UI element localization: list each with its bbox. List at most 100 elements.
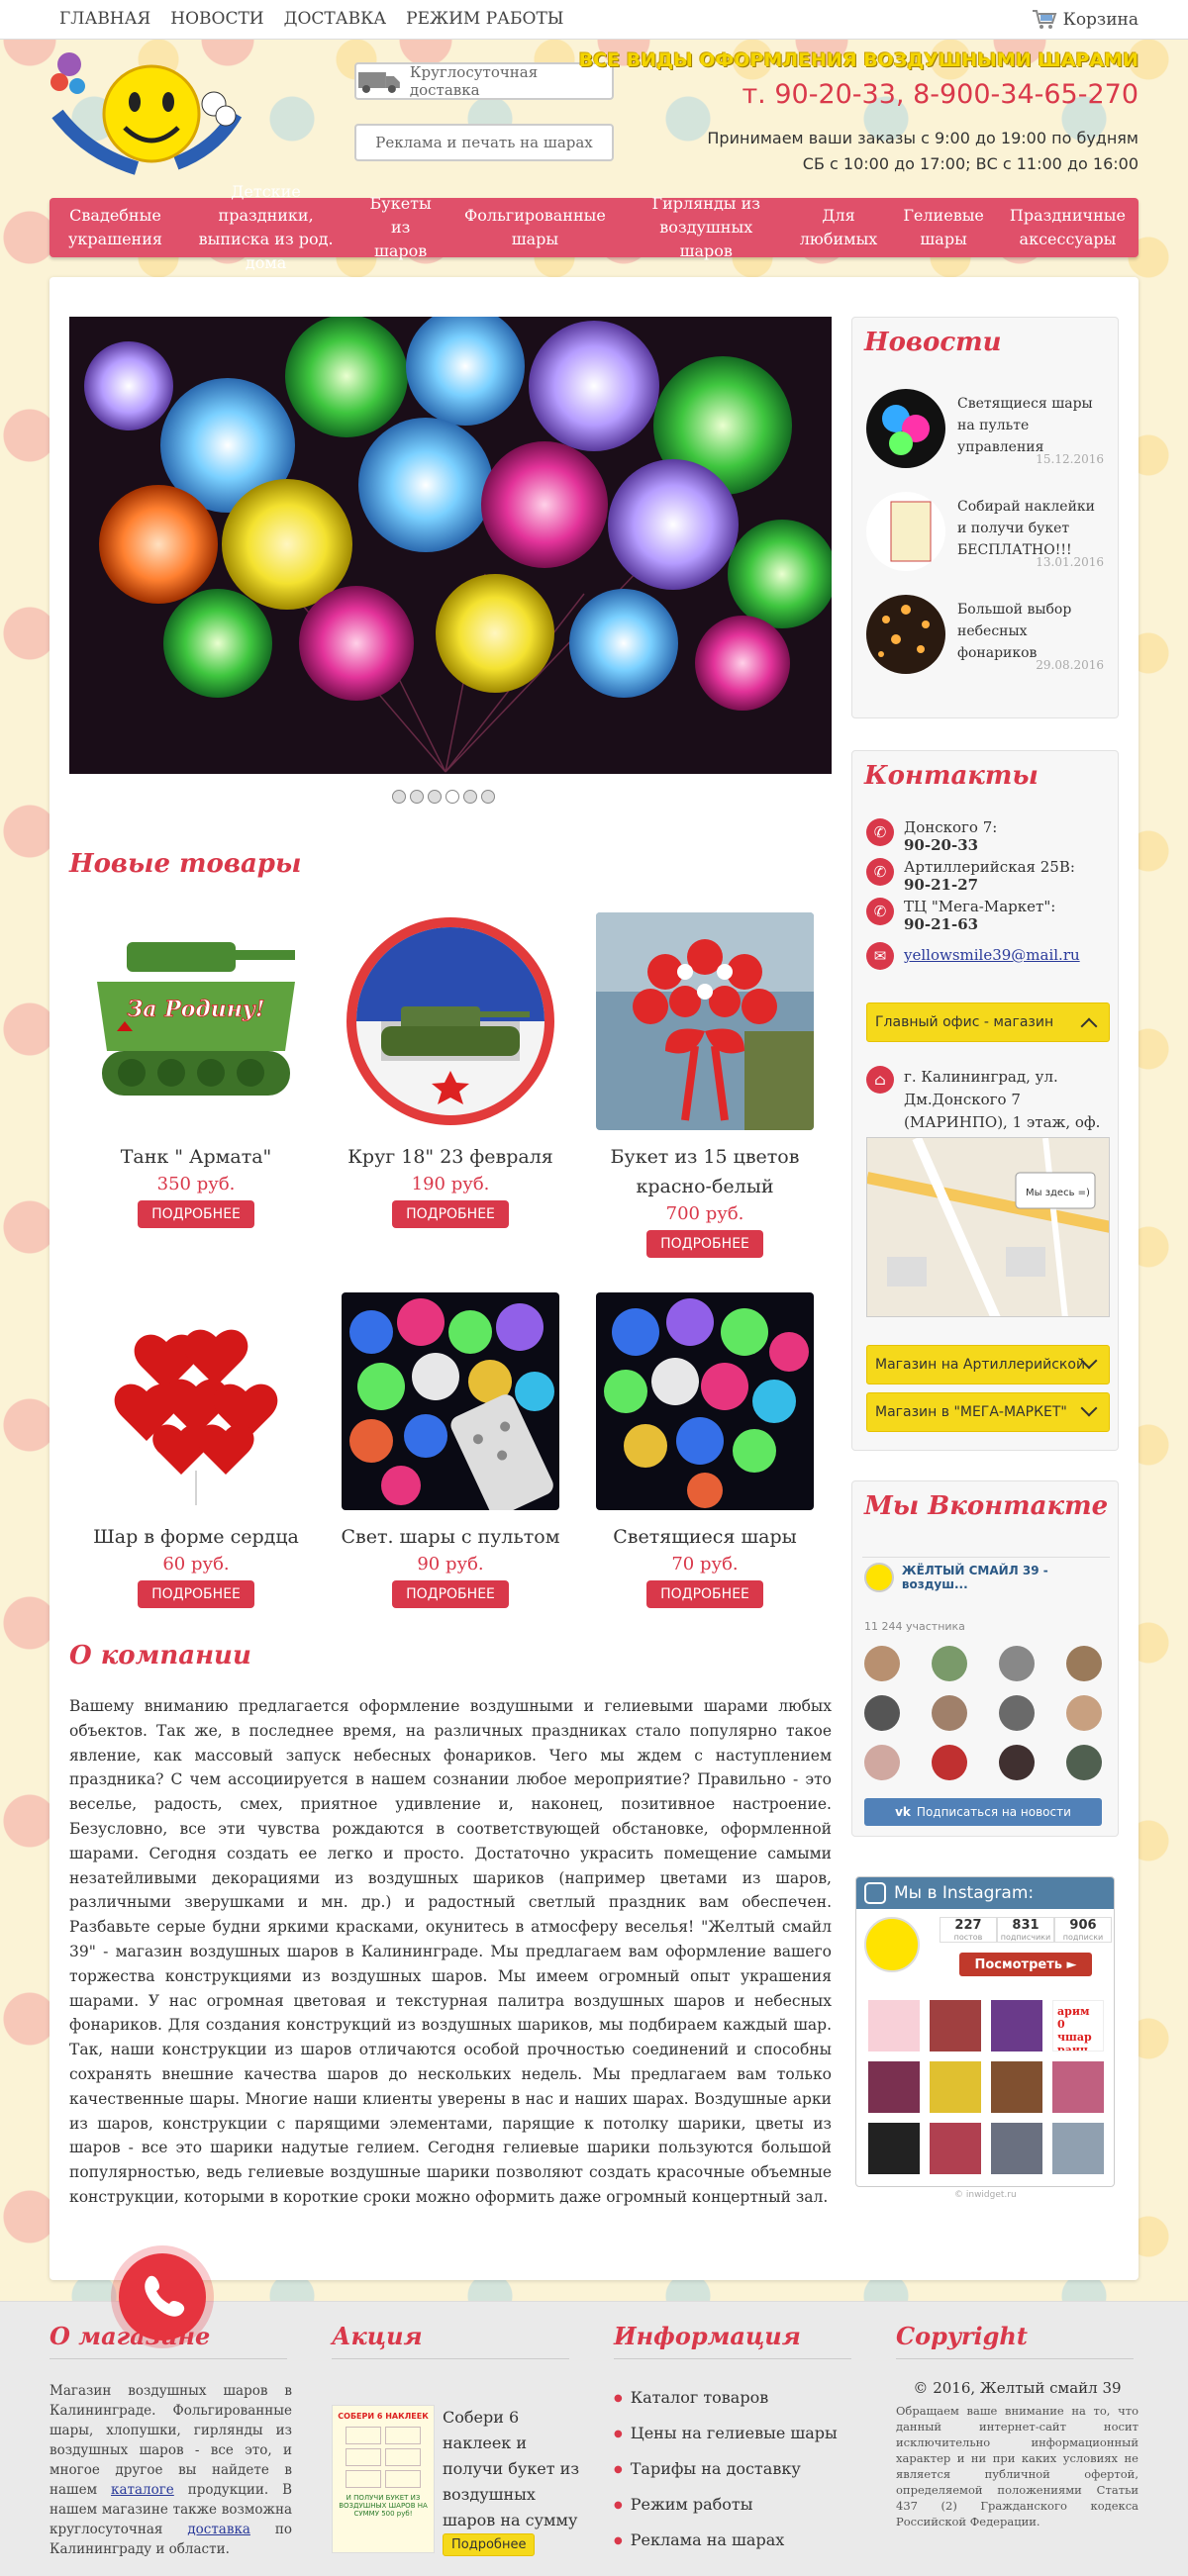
instagram-title: Мы в Instagram: [894,1883,1035,1903]
menu-label: Детские праздники, [218,182,314,225]
office-map[interactable]: Мы здесь =) [866,1137,1110,1317]
instagram-photo[interactable] [1052,2123,1104,2174]
instagram-photo[interactable] [868,2000,920,2051]
slider-dot[interactable] [410,790,424,804]
menu-item-foil[interactable]: Фольгированные шары [445,204,626,251]
instagram-photo[interactable] [868,2123,920,2174]
avatar[interactable] [999,1646,1035,1681]
avatar[interactable] [932,1745,967,1780]
delivery-link[interactable]: доставка [187,2522,250,2537]
news-text: Большой выбор небесных фонариков [957,602,1072,661]
product-image[interactable]: За Родину! [87,912,305,1130]
vk-group-header[interactable]: ЖЁЛТЫЙ СМАЙЛ 39 - воздуш... [864,1563,1118,1592]
accordion-label: Магазин в "МЕГА-МАРКЕТ" [875,1404,1067,1420]
contact-phone[interactable]: 90-21-27 [904,876,978,894]
slider-dot[interactable] [481,790,495,804]
nav-hours[interactable]: РЕЖИМ РАБОТЫ [406,9,563,29]
slider-dot[interactable] [428,790,442,804]
instagram-photo[interactable] [930,2000,981,2051]
product-name[interactable]: Танк " Армата" [77,1142,315,1172]
details-button[interactable]: ПОДРОБНЕЕ [138,1200,254,1228]
email-link[interactable]: yellowsmile39@mail.ru [904,942,1080,970]
slider-dot[interactable] [463,790,477,804]
details-button[interactable]: ПОДРОБНЕЕ [392,1580,509,1608]
menu-label: Праздничные [1009,206,1126,225]
avatar[interactable] [999,1745,1035,1780]
contact-phone[interactable]: 90-20-33 [904,836,978,854]
avatar[interactable] [864,1745,900,1780]
promo-card-image[interactable]: СОБЕРИ 6 НАКЛЕЕК И ПОЛУЧИ БУКЕТ ИЗ ВОЗДУ… [332,2405,435,2553]
menu-item-loved[interactable]: Для любимых [787,204,891,251]
news-item[interactable]: Светящиеся шары на пульте управления 15.… [866,389,1104,478]
product-image[interactable] [596,1292,814,1510]
ads-button[interactable]: Реклама и печать на шарах [354,124,614,161]
instagram-credit[interactable]: © inwidget.ru [954,2190,1017,2200]
news-item[interactable]: Большой выбор небесных фонариков 29.08.2… [866,595,1104,684]
promo-more-button[interactable]: Подробнее [443,2533,536,2556]
instagram-photo[interactable] [991,2123,1042,2174]
menu-item-helium[interactable]: Гелиевые шары [890,204,997,251]
menu-item-accessories[interactable]: Праздничные аксессуары [997,204,1138,251]
instagram-photo[interactable]: арим 0 чшар ранц [1052,2000,1104,2051]
avatar[interactable] [1066,1695,1102,1731]
vk-subscribe-button[interactable]: vk Подписаться на новости [864,1798,1102,1826]
avatar[interactable] [1066,1646,1102,1681]
instagram-avatar[interactable] [864,1917,920,1972]
slider-dot-active[interactable] [446,790,459,804]
news-item[interactable]: Собирай наклейки и получи букет БЕСПЛАТН… [866,492,1104,581]
avatar[interactable] [864,1695,900,1731]
shop2-accordion[interactable]: Магазин на Артиллерийской [866,1345,1110,1384]
promo-card-title: СОБЕРИ 6 НАКЛЕЕК [338,2412,429,2421]
instagram-photo[interactable] [930,2123,981,2174]
instagram-view-button[interactable]: Посмотреть ► [959,1953,1092,1976]
nav-news[interactable]: НОВОСТИ [170,9,263,29]
slider-dot[interactable] [392,790,406,804]
product-image[interactable] [342,912,559,1130]
menu-item-garlands[interactable]: Гирлянды из воздушных шаров [626,192,787,263]
product-name[interactable]: Светящиеся шары [586,1522,824,1552]
instagram-photo[interactable] [991,2000,1042,2051]
product-name[interactable]: Круг 18" 23 февраля [332,1142,569,1172]
logo[interactable] [48,45,246,183]
instagram-photo[interactable] [991,2061,1042,2113]
details-button[interactable]: ПОДРОБНЕЕ [646,1230,763,1258]
product-name[interactable]: Шар в форме сердца [77,1522,315,1552]
instagram-photo[interactable] [930,2061,981,2113]
product-image[interactable] [342,1292,559,1510]
contact-phone[interactable]: 90-21-63 [904,915,978,933]
footer-link[interactable]: Каталог товаров [614,2381,851,2417]
nav-home[interactable]: ГЛАВНАЯ [59,9,150,29]
product-image[interactable] [87,1292,305,1510]
footer-link[interactable]: Режим работы [614,2488,851,2524]
news-date: 15.12.2016 [1036,452,1104,466]
shop3-accordion[interactable]: Магазин в "МЕГА-МАРКЕТ" [866,1392,1110,1432]
avatar[interactable] [932,1695,967,1731]
nav-delivery[interactable]: ДОСТАВКА [284,9,387,29]
call-button[interactable] [119,2253,206,2340]
product-name[interactable]: Букет из 15 цветов красно-белый [586,1142,824,1201]
avatar[interactable] [864,1646,900,1681]
instagram-photo[interactable] [1052,2061,1104,2113]
menu-item-kids[interactable]: Детские праздники, выписка из род. дома [175,180,356,275]
footer-link[interactable]: Тарифы на доставку [614,2452,851,2488]
details-button[interactable]: ПОДРОБНЕЕ [138,1580,254,1608]
instagram-photo[interactable] [868,2061,920,2113]
details-button[interactable]: ПОДРОБНЕЕ [392,1200,509,1228]
footer-link[interactable]: Реклама на шарах [614,2524,851,2559]
cart-link[interactable]: Корзина [1032,9,1138,31]
menu-item-wedding[interactable]: Свадебные украшения [55,204,175,251]
product-name[interactable]: Свет. шары с пультом [332,1522,569,1552]
avatar[interactable] [999,1695,1035,1731]
cart-label: Корзина [1062,10,1138,30]
details-button[interactable]: ПОДРОБНЕЕ [646,1580,763,1608]
avatar[interactable] [1066,1745,1102,1780]
menu-item-bouquets[interactable]: Букеты из шаров [356,192,445,263]
product-image[interactable] [596,912,814,1130]
office-accordion[interactable]: Главный офис - магазин [866,1002,1110,1042]
avatar[interactable] [932,1646,967,1681]
catalog-link[interactable]: каталоге [111,2482,174,2498]
hero-slider[interactable] [69,317,832,774]
delivery-button[interactable]: Круглосуточная доставка [354,62,614,100]
footer-link[interactable]: Цены на гелиевые шары [614,2417,851,2452]
product-card: Свет. шары с пультом 90 руб. ПОДРОБНЕЕ [332,1292,569,1608]
